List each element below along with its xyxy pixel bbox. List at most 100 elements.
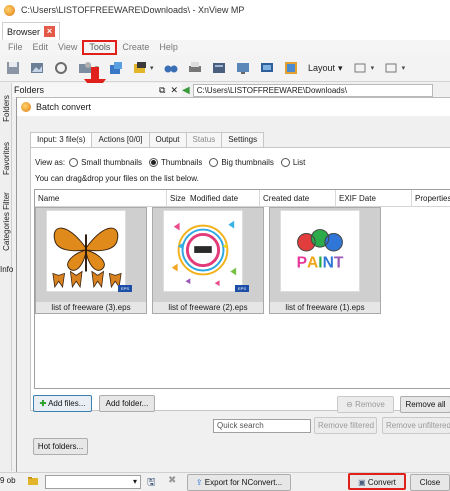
- monitor-icon[interactable]: [257, 59, 276, 78]
- file-name: list of freeware (2).eps: [153, 302, 263, 313]
- file-thumbnail[interactable]: EPS list of freeware (2).eps: [152, 207, 264, 314]
- side-tab-folders[interactable]: Folders: [0, 85, 12, 131]
- column-size[interactable]: Size: [167, 190, 187, 207]
- search-icon[interactable]: [161, 59, 180, 78]
- quick-search-input[interactable]: Quick search: [213, 419, 311, 433]
- tab-output[interactable]: Output: [148, 132, 187, 147]
- close-icon[interactable]: ×: [44, 26, 56, 37]
- main-toolbar: ▾ ▾ Layout▾ ▾ ▾: [0, 55, 450, 82]
- tab-input[interactable]: Input: 3 file(s): [30, 132, 93, 148]
- save-icon[interactable]: [3, 59, 22, 78]
- file-list[interactable]: Name Size Modified date Created date EXI…: [34, 189, 450, 389]
- column-created-date[interactable]: Created date: [260, 190, 336, 207]
- batch-convert-dialog: Batch convert Input: 3 file(s) Actions […: [16, 97, 450, 475]
- butterfly-image: [46, 210, 126, 292]
- chevron-down-icon[interactable]: ▾: [402, 64, 408, 72]
- rotate-icon[interactable]: [51, 59, 70, 78]
- side-tab-favorites[interactable]: Favorites: [0, 133, 12, 183]
- file-thumbnail[interactable]: EPS list of freeware (3).eps: [35, 207, 147, 314]
- save-preset-icon[interactable]: 🖫: [147, 475, 156, 491]
- radio-small-thumbnails[interactable]: Small thumbnails: [69, 157, 142, 167]
- menu-file[interactable]: File: [3, 40, 28, 55]
- remove-button[interactable]: ⊖ Remove: [337, 396, 394, 413]
- close-icon[interactable]: ✕: [170, 85, 178, 96]
- input-tab-panel: View as: Small thumbnails Thumbnails Big…: [30, 147, 450, 411]
- menu-help[interactable]: Help: [154, 40, 183, 55]
- chevron-down-icon[interactable]: ▾: [371, 64, 377, 72]
- xnview-app-icon: [4, 4, 15, 16]
- dialog-titlebar: Batch convert: [17, 98, 450, 116]
- radio-big-thumbnails[interactable]: Big thumbnails: [209, 157, 274, 167]
- dock-icon[interactable]: ⧉: [159, 85, 165, 96]
- paint-image: PAINT: [280, 210, 360, 292]
- side-info-label[interactable]: Info: [0, 265, 13, 274]
- file-name: list of freeware (3).eps: [36, 302, 146, 313]
- close-button[interactable]: Close: [410, 474, 450, 491]
- column-modified-date[interactable]: Modified date: [187, 190, 260, 207]
- window-title: C:\Users\LISTOFFREEWARE\Downloads\ - XnV…: [21, 5, 245, 15]
- file-list-body: EPS list of freeware (3).eps EPS list of…: [35, 207, 450, 388]
- tab-strip: Browser ×: [0, 20, 450, 40]
- plus-icon: ✚: [39, 399, 47, 408]
- radio-circle: [69, 157, 79, 167]
- chevron-down-icon[interactable]: ▾: [150, 64, 156, 72]
- wallpaper-icon[interactable]: [281, 59, 300, 78]
- path-field[interactable]: C:\Users\LISTOFFREEWARE\Downloads\: [192, 83, 433, 97]
- tab-browser-label: Browser: [7, 26, 41, 37]
- dialog-tabs: Input: 3 file(s) Actions [0/0] Output St…: [30, 132, 265, 148]
- delete-preset-icon[interactable]: ✖: [168, 475, 176, 486]
- radio-list[interactable]: List: [280, 157, 305, 167]
- back-arrow-icon[interactable]: ◀: [182, 85, 190, 96]
- film-icon[interactable]: [209, 59, 228, 78]
- menu-create[interactable]: Create: [117, 40, 154, 55]
- menu-tools[interactable]: Tools: [82, 40, 118, 55]
- folder-icon[interactable]: [27, 475, 39, 487]
- file-name: list of freeware (1).eps: [270, 302, 380, 313]
- add-folder-button[interactable]: Add folder...: [99, 395, 155, 412]
- compare-icon[interactable]: [106, 59, 125, 78]
- side-tab-bar: Folders Favorites Categories Filter: [0, 83, 12, 471]
- minus-icon: ⊖: [346, 400, 353, 409]
- menu-edit[interactable]: Edit: [28, 40, 54, 55]
- file-list-header: Name Size Modified date Created date EXI…: [35, 190, 450, 207]
- radio-thumbnails[interactable]: Thumbnails: [149, 157, 202, 167]
- status-count: 9 ob: [0, 476, 16, 485]
- path-bar: ◀ C:\Users\LISTOFFREEWARE\Downloads\: [182, 83, 450, 97]
- export-nconvert-button[interactable]: ⇪ Export for NConvert...: [187, 474, 291, 491]
- layout-button[interactable]: Layout ▾: [305, 63, 346, 74]
- bottom-bar: 9 ob ▾ 🖫 ✖ ⇪ Export for NConvert... ▣ Co…: [0, 472, 450, 491]
- screen-icon[interactable]: [233, 59, 252, 78]
- side-tab-categories-filter[interactable]: Categories Filter: [0, 186, 12, 256]
- folders-panel-title: Folders: [14, 85, 45, 95]
- tab-settings[interactable]: Settings: [221, 132, 265, 147]
- radio-circle: [209, 157, 219, 167]
- tab-actions[interactable]: Actions [0/0]: [91, 132, 150, 147]
- eps-badge: EPS: [235, 285, 249, 292]
- print-icon[interactable]: [185, 59, 204, 78]
- column-exif-date[interactable]: EXIF Date: [336, 190, 412, 207]
- image-icon[interactable]: [27, 59, 46, 78]
- menu-view[interactable]: View: [53, 40, 82, 55]
- sort-icon[interactable]: [382, 59, 401, 78]
- hot-folders-button[interactable]: Hot folders...: [33, 438, 88, 455]
- convert-button[interactable]: ▣ Convert: [348, 473, 406, 490]
- view-mode-icon[interactable]: [351, 59, 370, 78]
- add-files-button[interactable]: ✚ Add files...: [33, 395, 92, 412]
- layout-label: Layout: [308, 63, 336, 73]
- remove-filtered-button[interactable]: Remove filtered: [314, 417, 377, 434]
- remove-all-button[interactable]: Remove all: [400, 396, 450, 413]
- dialog-title: Batch convert: [36, 102, 92, 112]
- column-properties[interactable]: Properties: [412, 190, 450, 207]
- tag-icon[interactable]: [130, 59, 149, 78]
- tab-browser[interactable]: Browser ×: [2, 22, 61, 40]
- column-name[interactable]: Name: [35, 190, 167, 207]
- folders-panel-header: Folders ⧉ ✕: [12, 83, 182, 97]
- file-thumbnail[interactable]: PAINT list of freeware (1).eps: [269, 207, 381, 314]
- svg-text:PAINT: PAINT: [297, 255, 344, 272]
- xnview-app-icon: [21, 102, 31, 112]
- drag-drop-hint: You can drag&drop your files on the list…: [35, 174, 199, 183]
- tab-status[interactable]: Status: [185, 132, 223, 147]
- remove-unfiltered-button[interactable]: Remove unfiltered: [382, 417, 450, 434]
- preset-combobox[interactable]: ▾: [45, 475, 141, 489]
- colorful-logo-image: [163, 210, 243, 292]
